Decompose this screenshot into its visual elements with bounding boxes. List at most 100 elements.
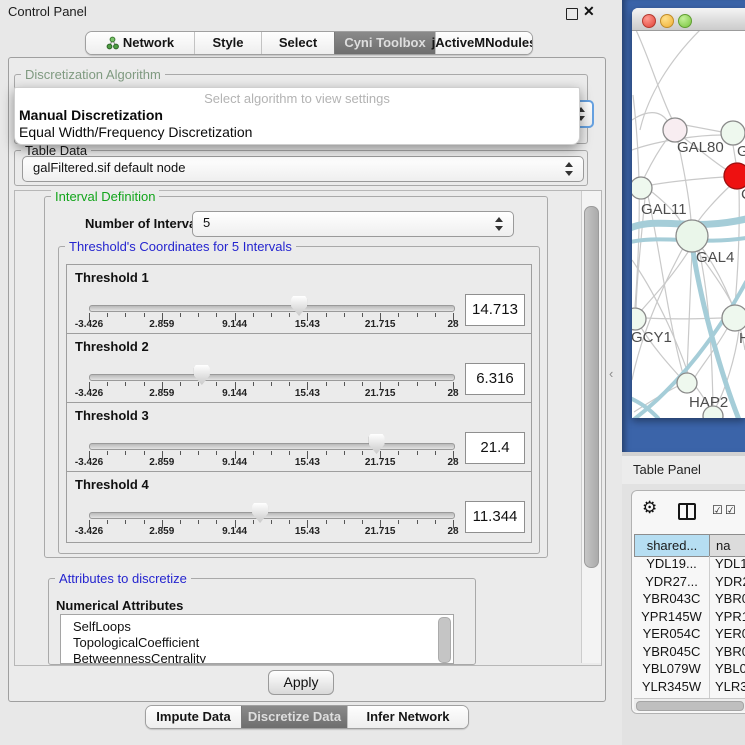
attribute-item[interactable]: SelfLoops [73,619,131,635]
threshold-value-field[interactable]: 14.713 [465,294,525,326]
minor-tick [180,451,181,455]
network-edge[interactable] [733,145,736,163]
network-edge[interactable] [636,31,672,119]
threshold-value-field[interactable]: 21.4 [465,432,525,464]
network-node-label: C [741,186,745,203]
zoom-traffic-light-icon[interactable] [678,14,692,28]
network-node-gcy1[interactable] [632,308,646,330]
table-panel-titlebar: Table Panel [622,456,745,485]
table-data-combobox[interactable]: galFiltered.sif default node [22,156,584,182]
network-edge[interactable] [651,177,724,185]
network-edge[interactable] [735,190,739,305]
network-edge[interactable] [632,113,668,122]
number-of-intervals-combobox[interactable]: 5 [192,211,514,237]
slider-track[interactable] [89,512,455,519]
dropdown-item-manual[interactable]: Manual Discretization [19,107,163,123]
float-window-icon[interactable] [566,8,578,20]
select-checkbox-icon[interactable]: ☑ [712,503,723,517]
network-window-titlebar[interactable] [632,8,745,31]
network-node-hap2[interactable] [677,373,697,393]
gear-icon[interactable]: ⚙ [642,498,657,518]
network-edge[interactable] [697,185,731,223]
minor-tick [435,520,436,524]
tick-label: 2.859 [140,388,184,399]
horizontal-scrollbar-thumb[interactable] [636,701,744,711]
network-canvas[interactable]: GAL80GCGAL11GAL4GCY1HHAP2 [632,31,745,418]
tab-cyni-toolbox[interactable]: Cyni Toolbox [334,32,435,54]
tab-style[interactable]: Style [194,32,261,54]
table-cell-name[interactable]: YBR0 [715,644,745,661]
table-cell-shared-name[interactable]: YLR345W [634,679,709,696]
column-header-shared-name[interactable]: shared... [634,534,710,557]
group-title: Interval Definition [51,189,159,204]
vertical-scrollbar-thumb[interactable] [584,206,599,568]
minor-tick [253,520,254,524]
tab-jactivemnodules[interactable]: jActiveMNodules [435,32,532,54]
tick-label: -3.426 [67,319,111,330]
horizontal-scrollbar-track[interactable] [634,698,745,711]
columns-icon[interactable] [678,503,696,520]
table-cell-shared-name[interactable]: YBL079W [634,661,709,678]
slider-track[interactable] [89,305,455,312]
table-cell-shared-name[interactable]: YDL19... [634,556,709,573]
column-header-name[interactable]: na [709,534,745,557]
network-node-label: GAL11 [641,201,687,218]
apply-button[interactable]: Apply [268,670,334,695]
tick-label: 9.144 [213,388,257,399]
tick-label: 2.859 [140,319,184,330]
table-cell-name[interactable]: YDR2 [715,574,745,591]
network-edge[interactable] [685,125,722,132]
table-cell-name[interactable]: YPR1 [715,609,745,626]
minor-tick [107,451,108,455]
minor-tick [417,313,418,317]
table-cell-name[interactable]: YER0 [715,626,745,643]
network-node-gal4[interactable] [676,220,708,252]
attribute-item[interactable]: BetweennessCentrality [73,651,206,664]
network-edge[interactable] [687,252,692,373]
cyni-bottom-tabbar: Impute DataDiscretize DataInfer Network [145,705,469,729]
table-cell-shared-name[interactable]: YPR145W [634,609,709,626]
network-node-gal11[interactable] [632,177,652,199]
tab-network[interactable]: Network [86,32,194,54]
minor-tick [125,382,126,386]
table-cell-shared-name[interactable]: YDR27... [634,574,709,591]
panel-collapse-handle[interactable]: ‹ [609,366,613,381]
list-scrollbar-thumb[interactable] [438,617,451,663]
close-traffic-light-icon[interactable] [642,14,656,28]
network-edge[interactable] [641,252,688,311]
network-edge[interactable] [646,318,723,319]
threshold-value-field[interactable]: 11.344 [465,501,525,533]
table-cell-name[interactable]: YBL0 [715,661,745,678]
table-cell-name[interactable]: YBR0 [715,591,745,608]
tick-label: 9.144 [213,319,257,330]
slider-track[interactable] [89,443,455,450]
tab-select[interactable]: Select [261,32,334,54]
table-cell-shared-name[interactable]: YER054C [634,626,709,643]
dropdown-item-equal-width[interactable]: Equal Width/Frequency Discretization [19,124,252,140]
network-node-g[interactable] [721,121,745,145]
threshold-value-field[interactable]: 6.316 [465,363,525,395]
slider-thumb[interactable] [291,296,307,316]
tab-impute-data[interactable]: Impute Data [146,706,241,728]
tick-label: 21.715 [358,388,402,399]
table-cell-name[interactable]: YDL1 [715,556,745,573]
network-node-h[interactable] [722,305,745,331]
minor-tick [417,382,418,386]
close-icon[interactable]: ✕ [583,3,595,20]
slider-thumb[interactable] [194,365,210,385]
tick-label: -3.426 [67,526,111,537]
minor-tick [362,451,363,455]
minimize-traffic-light-icon[interactable] [660,14,674,28]
table-cell-shared-name[interactable]: YBR043C [634,591,709,608]
tab-discretize-data[interactable]: Discretize Data [241,706,347,728]
minor-tick [107,313,108,317]
table-cell-shared-name[interactable]: YBR045C [634,644,709,661]
attribute-item[interactable]: TopologicalCoefficient [73,635,199,651]
select-checkbox-icon[interactable]: ☑ [725,503,736,517]
tab-infer-network[interactable]: Infer Network [347,706,468,728]
slider-thumb[interactable] [369,434,385,454]
slider-thumb[interactable] [252,503,268,523]
slider-track[interactable] [89,374,455,381]
algorithm-dropdown-popup: Select algorithm to view settings Manual… [14,87,580,145]
table-cell-name[interactable]: YLR3 [715,679,745,696]
